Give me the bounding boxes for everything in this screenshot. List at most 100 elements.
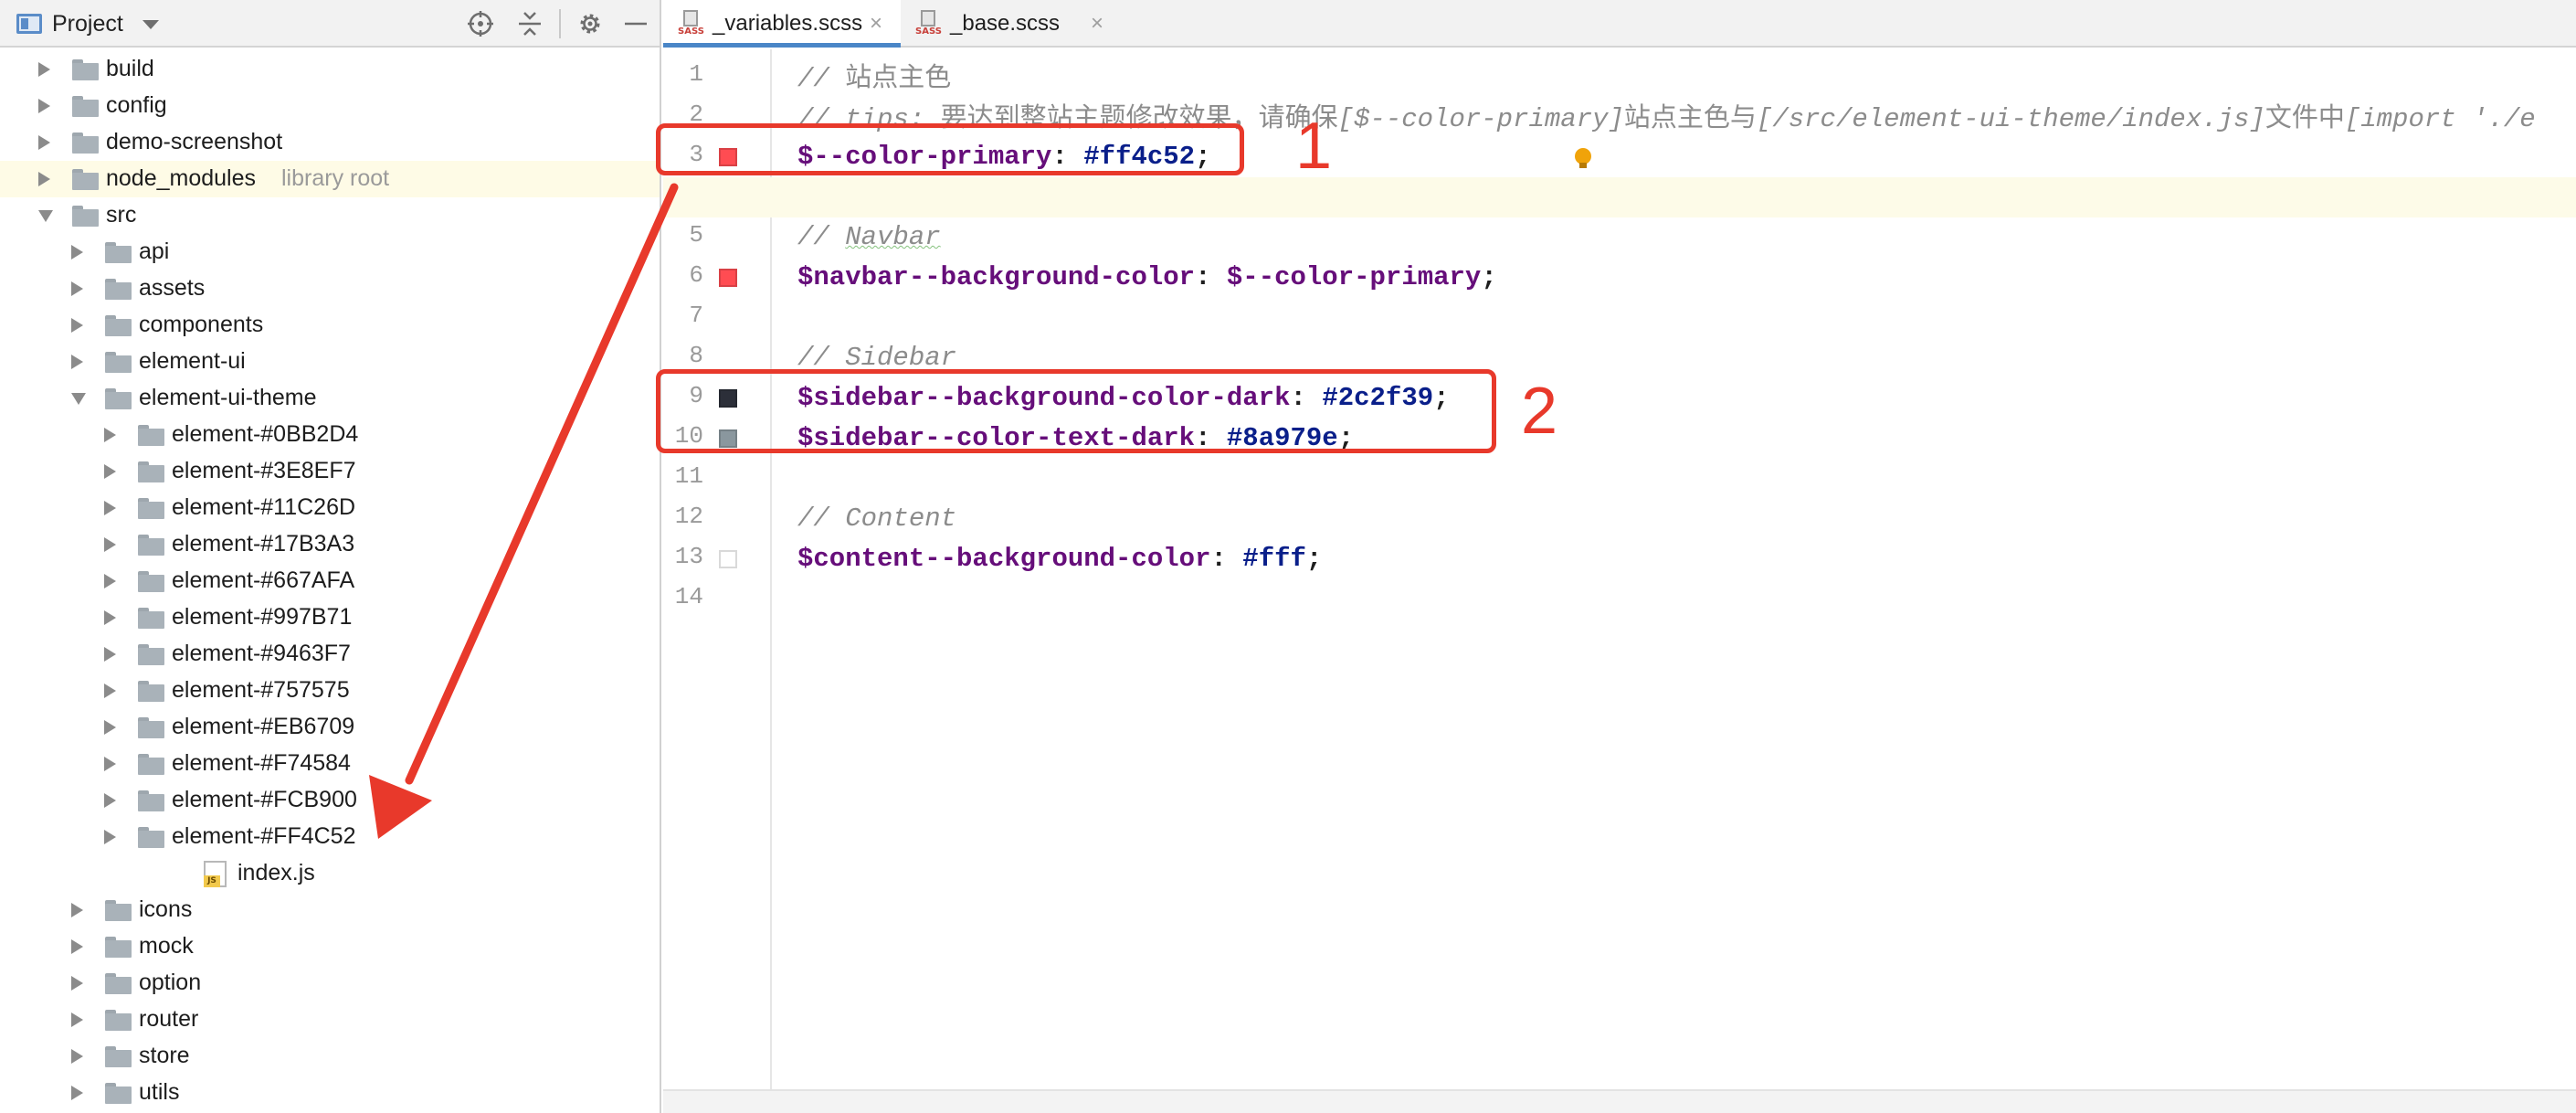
chevron-right-icon[interactable] — [104, 610, 116, 625]
chevron-right-icon[interactable] — [104, 684, 116, 698]
tree-item-label: element-#FF4C52 — [172, 823, 356, 849]
code-token: Navbar — [845, 222, 941, 252]
chevron-right-icon[interactable] — [104, 537, 116, 552]
chevron-right-icon[interactable] — [71, 318, 83, 333]
tree-item[interactable]: element-#997B71 — [0, 599, 660, 636]
project-view-title[interactable]: Project — [52, 11, 123, 37]
tree-item[interactable]: components — [0, 307, 660, 344]
chevron-right-icon[interactable] — [104, 501, 116, 515]
annotation-box-2 — [656, 369, 1496, 453]
folder-icon — [105, 1010, 132, 1031]
line-number: 12 — [674, 503, 703, 530]
folder-icon — [72, 169, 99, 190]
tree-item[interactable]: node_modules library root — [0, 161, 660, 197]
tree-item[interactable]: router — [0, 1002, 660, 1038]
chevron-right-icon[interactable] — [104, 830, 116, 844]
tree-item-label: element-#11C26D — [172, 494, 356, 520]
chevron-right-icon[interactable] — [71, 1012, 83, 1027]
chevron-right-icon[interactable] — [71, 355, 83, 369]
chevron-right-icon[interactable] — [38, 172, 50, 186]
chevron-right-icon[interactable] — [38, 135, 50, 150]
chevron-right-icon[interactable] — [38, 99, 50, 113]
tree-item[interactable]: element-#3E8EF7 — [0, 453, 660, 490]
chevron-right-icon[interactable] — [71, 1086, 83, 1100]
tab-base-scss[interactable]: SASS _base.scss × — [901, 0, 1120, 48]
chevron-right-icon[interactable] — [71, 939, 83, 954]
tree-item[interactable]: build — [0, 51, 660, 88]
code-token: $content--background-color — [797, 544, 1211, 574]
tree-item[interactable]: config — [0, 88, 660, 124]
folder-icon — [138, 498, 164, 519]
tab-variables-scss[interactable]: SASS _variables.scss × — [663, 0, 901, 48]
chevron-right-icon[interactable] — [71, 245, 83, 260]
tree-item[interactable]: src — [0, 197, 660, 234]
chevron-right-icon[interactable] — [104, 720, 116, 735]
tree-item[interactable]: api — [0, 234, 660, 270]
tree-item[interactable]: JS index.js — [0, 855, 660, 892]
tree-item[interactable]: element-#17B3A3 — [0, 526, 660, 563]
line-number: 8 — [689, 342, 703, 369]
annotation-label-1: 1 — [1295, 110, 1333, 183]
tree-item[interactable]: element-ui — [0, 344, 660, 380]
locate-file-icon[interactable] — [466, 9, 495, 38]
code-line: // 站点主色 — [797, 57, 951, 97]
line-number: 14 — [674, 583, 703, 610]
chevron-down-icon[interactable] — [38, 210, 53, 222]
close-icon[interactable]: × — [870, 11, 882, 37]
chevron-right-icon[interactable] — [104, 464, 116, 479]
folder-icon — [105, 388, 132, 409]
tree-item-label: mock — [139, 933, 194, 959]
tree-item[interactable]: element-#F74584 — [0, 746, 660, 782]
horizontal-scrollbar[interactable] — [663, 1089, 2576, 1113]
tree-item-label: element-ui — [139, 348, 246, 374]
toolbar-divider — [559, 9, 561, 38]
chevron-right-icon[interactable] — [71, 976, 83, 991]
gear-icon[interactable] — [575, 9, 605, 38]
chevron-right-icon[interactable] — [38, 62, 50, 77]
chevron-right-icon[interactable] — [71, 281, 83, 296]
chevron-right-icon[interactable] — [71, 1049, 83, 1064]
tree-item[interactable]: mock — [0, 928, 660, 965]
tree-item-label: icons — [139, 896, 193, 922]
tree-item[interactable]: element-#757575 — [0, 673, 660, 709]
tree-item[interactable]: utils — [0, 1075, 660, 1111]
chevron-right-icon[interactable] — [104, 647, 116, 662]
tree-item[interactable]: element-#667AFA — [0, 563, 660, 599]
tree-item[interactable]: option — [0, 965, 660, 1002]
chevron-right-icon[interactable] — [104, 793, 116, 808]
line-number: 13 — [674, 543, 703, 570]
code-token: #fff — [1242, 544, 1306, 574]
tree-item[interactable]: element-#FCB900 — [0, 782, 660, 819]
tree-item-label: element-#FCB900 — [172, 787, 357, 812]
folder-icon — [138, 644, 164, 665]
color-swatch-icon[interactable] — [719, 269, 737, 287]
tree-item-label: assets — [139, 275, 206, 301]
folder-icon — [138, 608, 164, 629]
tree-item[interactable]: element-ui-theme — [0, 380, 660, 417]
chevron-right-icon[interactable] — [104, 574, 116, 588]
tree-item[interactable]: element-#EB6709 — [0, 709, 660, 746]
chevron-down-icon[interactable] — [143, 20, 159, 29]
tree-item[interactable]: element-#FF4C52 — [0, 819, 660, 855]
tree-item[interactable]: demo-screenshot — [0, 124, 660, 161]
project-panel-header: Project — [0, 0, 660, 48]
tree-item[interactable]: assets — [0, 270, 660, 307]
tree-item-label: element-#757575 — [172, 677, 350, 703]
chevron-right-icon[interactable] — [71, 903, 83, 917]
collapse-all-icon[interactable] — [515, 9, 544, 38]
tree-item[interactable]: icons — [0, 892, 660, 928]
chevron-right-icon[interactable] — [104, 428, 116, 442]
lightbulb-icon[interactable] — [1575, 148, 1591, 170]
minimize-icon[interactable] — [621, 9, 650, 38]
close-icon[interactable]: × — [1091, 11, 1103, 37]
chevron-right-icon[interactable] — [104, 757, 116, 771]
project-view-icon — [16, 14, 42, 34]
tree-item[interactable]: element-#0BB2D4 — [0, 417, 660, 453]
tree-item-label: element-#3E8EF7 — [172, 458, 356, 483]
color-swatch-icon[interactable] — [719, 550, 737, 568]
code-editor[interactable]: // 站点主色// tips: 要达到整站主题修改效果，请确保[$--color… — [663, 49, 2576, 1089]
tree-item[interactable]: store — [0, 1038, 660, 1075]
tree-item[interactable]: element-#9463F7 — [0, 636, 660, 673]
chevron-down-icon[interactable] — [71, 393, 86, 405]
tree-item[interactable]: element-#11C26D — [0, 490, 660, 526]
